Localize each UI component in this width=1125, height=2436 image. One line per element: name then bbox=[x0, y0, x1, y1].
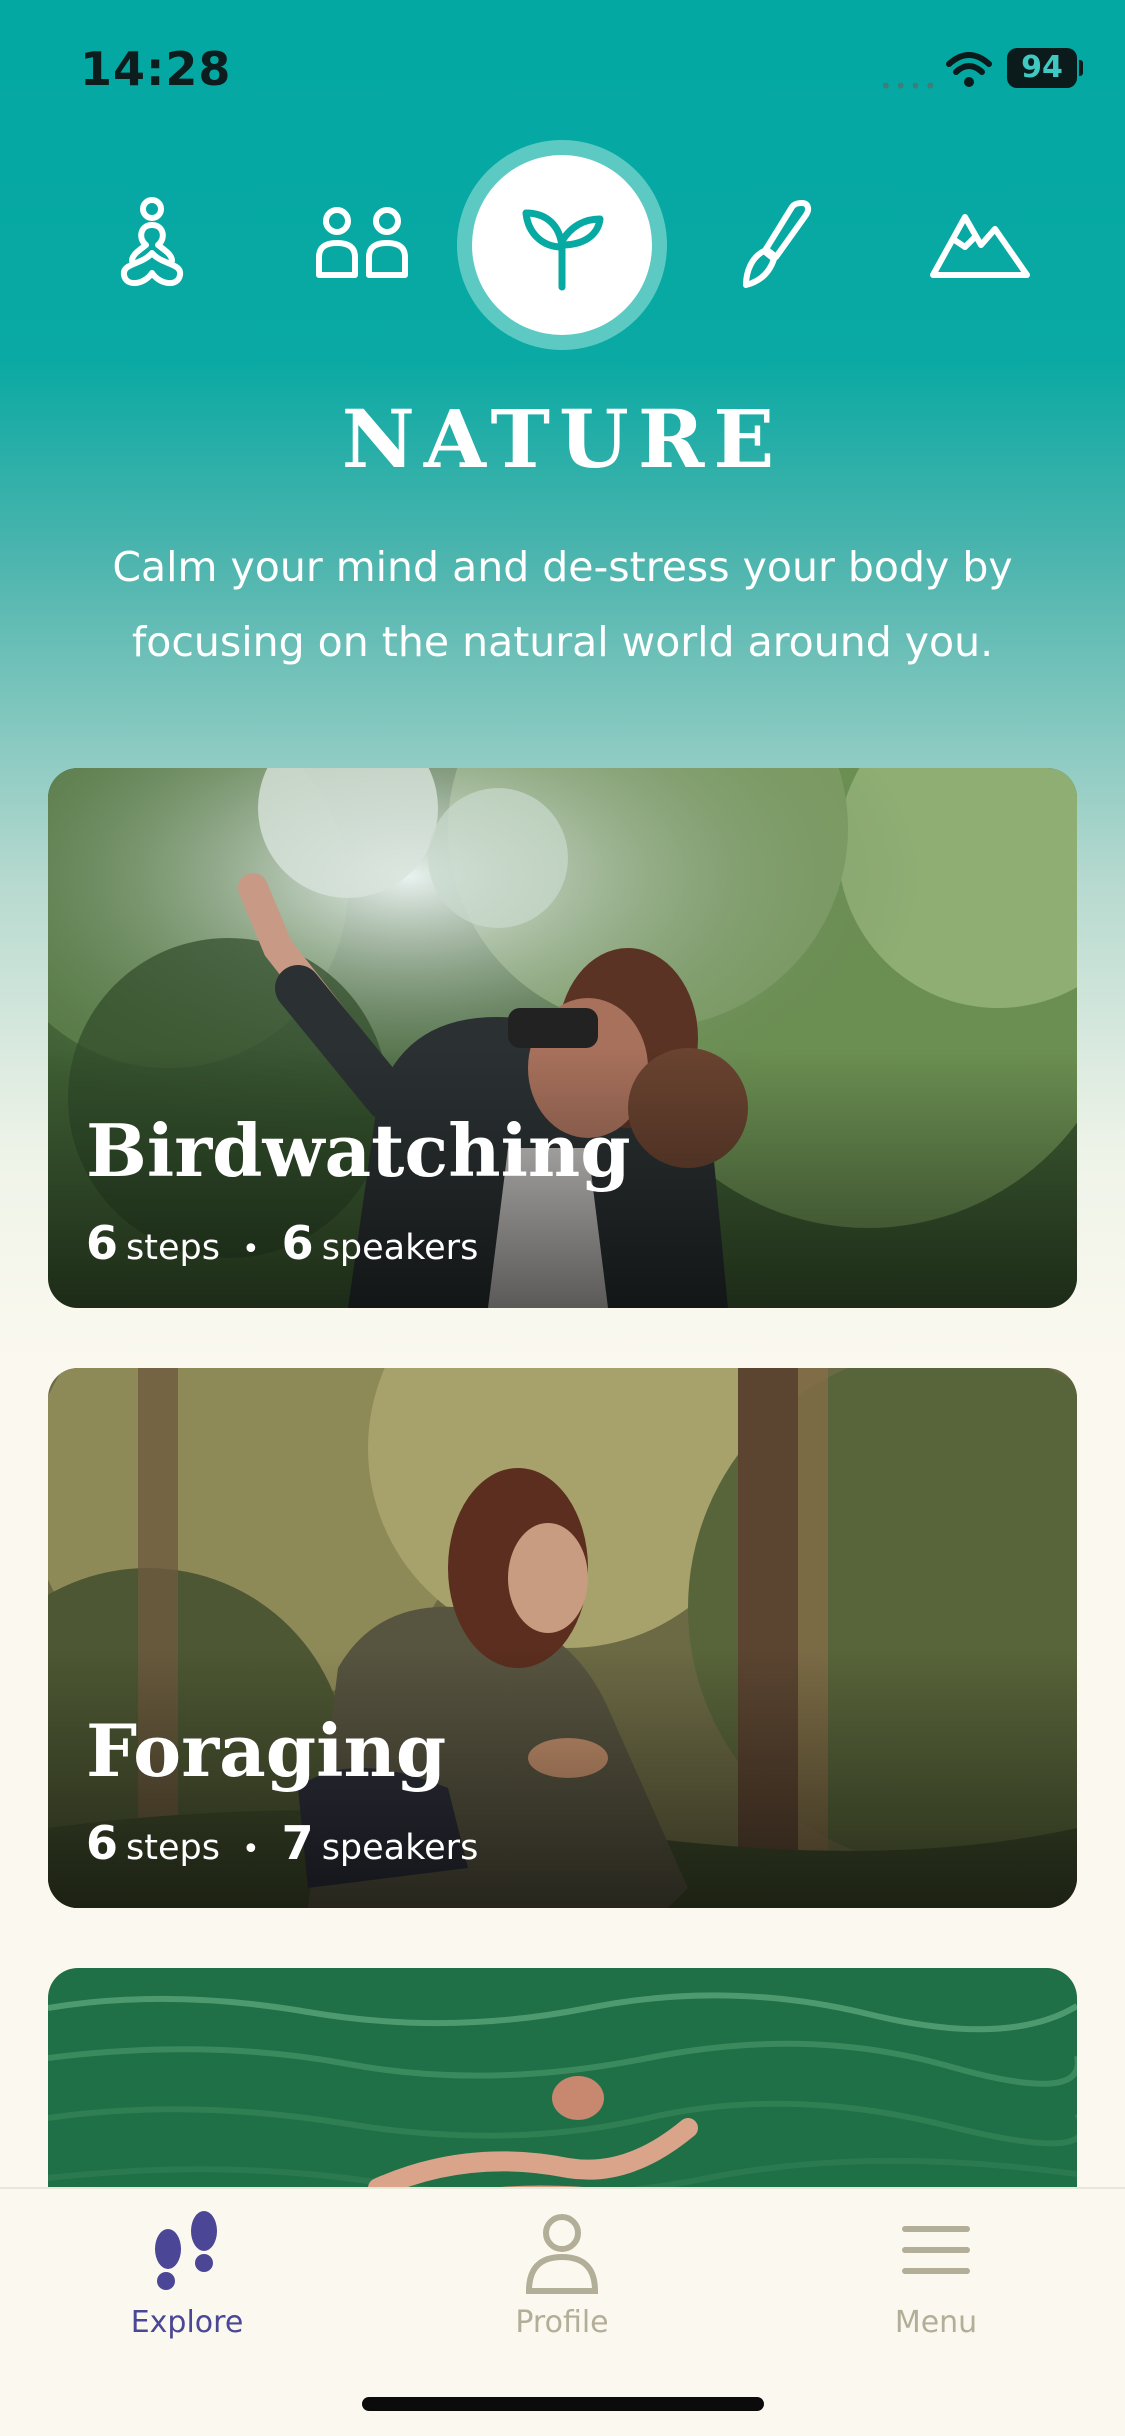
speakers-count: 7 bbox=[281, 1816, 314, 1870]
tab-menu-label: Menu bbox=[894, 2305, 978, 2340]
hamburger-icon bbox=[902, 2226, 970, 2274]
steps-count: 6 bbox=[86, 1816, 119, 1870]
sprout-icon-circle bbox=[472, 155, 652, 335]
battery-icon: 94 bbox=[1007, 48, 1083, 88]
two-people-icon[interactable] bbox=[307, 195, 417, 295]
tab-explore-label: Explore bbox=[130, 2305, 244, 2340]
tab-explore[interactable]: Explore bbox=[62, 2205, 312, 2340]
tab-profile-label: Profile bbox=[515, 2305, 609, 2340]
wifi-icon bbox=[946, 52, 992, 87]
page-subtitle: Calm your mind and de-stress your body b… bbox=[112, 543, 1013, 666]
footprints-icon bbox=[155, 2211, 217, 2290]
card-meta: 6 steps • 7 speakers bbox=[86, 1816, 478, 1870]
separator-dot: • bbox=[241, 1832, 260, 1867]
separator-dot: • bbox=[241, 1232, 260, 1267]
course-card-foraging[interactable]: Foraging 6 steps • 7 speakers bbox=[48, 1368, 1077, 1908]
category-selector bbox=[0, 140, 1125, 360]
meditation-figure-icon[interactable] bbox=[102, 195, 202, 295]
mountain-icon[interactable] bbox=[925, 195, 1035, 295]
card-title: Foraging bbox=[86, 1708, 447, 1793]
speakers-count: 6 bbox=[281, 1216, 314, 1270]
status-time: 14:28 bbox=[80, 42, 232, 96]
speakers-label: speakers bbox=[321, 1228, 479, 1268]
steps-label: steps bbox=[126, 1828, 220, 1868]
sprout-icon-selected[interactable] bbox=[457, 140, 667, 350]
tab-profile[interactable]: Profile bbox=[437, 2205, 687, 2340]
course-card-birdwatching[interactable]: Birdwatching 6 steps • 6 speakers bbox=[48, 768, 1077, 1308]
tab-menu[interactable]: Menu bbox=[811, 2205, 1061, 2340]
page-title: NATURE bbox=[341, 392, 784, 486]
card-title: Birdwatching bbox=[86, 1108, 631, 1193]
sprout-icon bbox=[522, 209, 604, 291]
status-bar: 14:28 •••• 94 bbox=[0, 0, 1125, 140]
steps-label: steps bbox=[126, 1228, 220, 1268]
card-meta: 6 steps • 6 speakers bbox=[86, 1216, 478, 1270]
signal-icon: •••• bbox=[880, 74, 940, 98]
home-indicator[interactable] bbox=[362, 2397, 764, 2411]
speakers-label: speakers bbox=[321, 1828, 479, 1868]
paintbrush-icon[interactable] bbox=[720, 195, 820, 295]
user-icon bbox=[525, 2214, 599, 2294]
steps-count: 6 bbox=[86, 1216, 119, 1270]
